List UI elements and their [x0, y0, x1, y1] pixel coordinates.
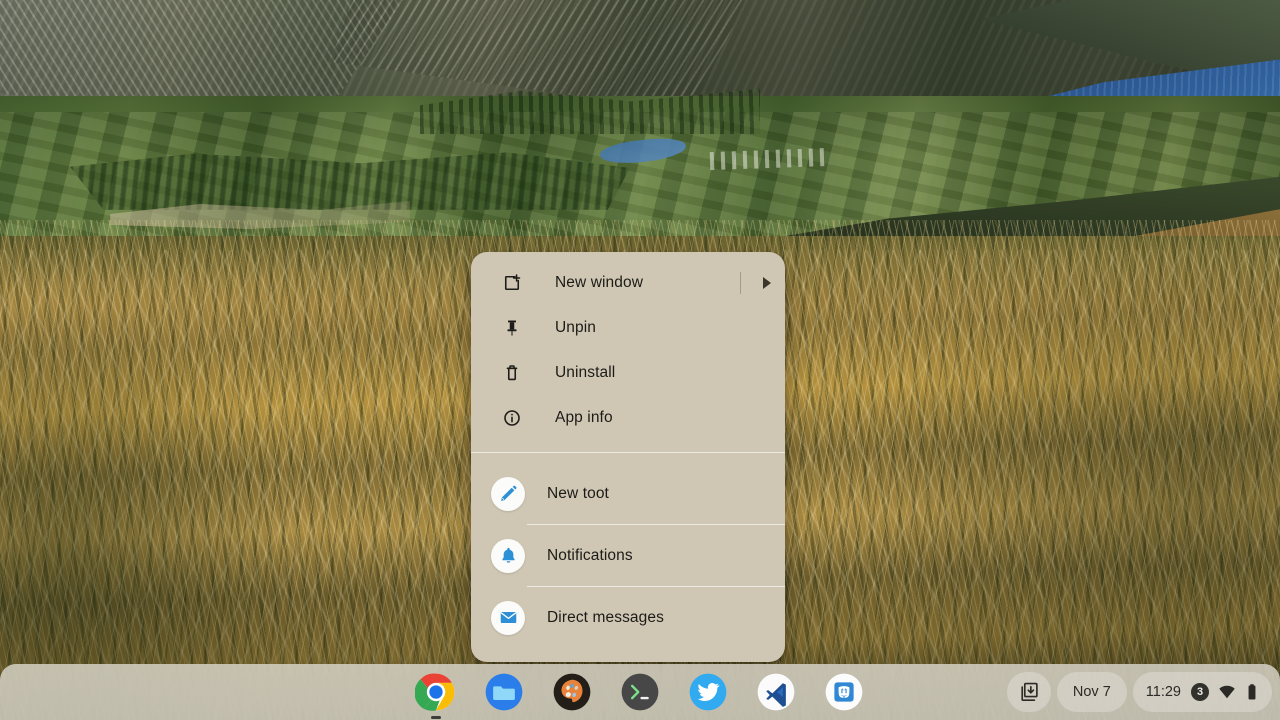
trash-icon — [501, 362, 523, 384]
mastodon-app-icon[interactable] — [822, 670, 866, 714]
files-app-icon[interactable] — [482, 670, 526, 714]
submenu-separator — [740, 271, 741, 294]
envelope-icon — [491, 600, 525, 635]
menu-item-app-info[interactable]: App info — [471, 395, 785, 440]
clock-label: 11:29 — [1145, 684, 1181, 700]
new-window-icon — [501, 272, 523, 294]
terminal-app-icon[interactable] — [618, 670, 662, 714]
chrome-app-icon[interactable] — [414, 670, 458, 719]
downloads-tote-button[interactable] — [1006, 672, 1051, 712]
app-active-indicator — [431, 716, 441, 719]
menu-item-label: Unpin — [555, 318, 596, 336]
chromeos-desktop: New window Unpin Uninstall App info New … — [0, 0, 1280, 720]
submenu-indicator-group — [740, 271, 771, 294]
menu-item-unpin[interactable]: Unpin — [471, 305, 785, 350]
shelf-status-area: Nov 7 11:29 3 — [1006, 664, 1272, 720]
menu-item-label: New window — [555, 273, 644, 291]
art-app-icon[interactable] — [550, 670, 594, 714]
pencil-icon — [491, 476, 525, 511]
info-icon — [501, 407, 523, 429]
menu-item-uninstall[interactable]: Uninstall — [471, 350, 785, 395]
shortcut-item-direct-messages[interactable]: Direct messages — [471, 587, 785, 648]
date-button[interactable]: Nov 7 — [1056, 672, 1127, 712]
shortcut-item-label: Notifications — [547, 546, 633, 564]
shortcut-item-notifications[interactable]: Notifications — [471, 525, 785, 586]
shortcut-item-new-toot[interactable]: New toot — [471, 463, 785, 524]
pin-icon — [501, 317, 523, 339]
bell-icon — [491, 538, 525, 573]
menu-item-new-window[interactable]: New window — [471, 260, 785, 305]
system-tray-button[interactable]: 11:29 3 — [1132, 672, 1272, 712]
battery-icon — [1245, 683, 1259, 701]
app-shelf-context-menu[interactable]: New window Unpin Uninstall App info New … — [471, 252, 785, 662]
menu-item-label: App info — [555, 408, 613, 426]
context-menu-shortcuts-section: New toot Notifications Direct messages — [471, 453, 785, 662]
shortcut-item-label: Direct messages — [547, 608, 664, 626]
notification-count-badge: 3 — [1191, 683, 1209, 701]
date-label: Nov 7 — [1072, 684, 1111, 700]
wifi-icon — [1218, 683, 1236, 701]
menu-item-label: Uninstall — [555, 363, 616, 381]
downloads-tote-icon — [1018, 681, 1040, 703]
twitter-app-icon[interactable] — [686, 670, 730, 714]
chevron-right-icon[interactable] — [763, 276, 771, 289]
vscode-app-icon[interactable] — [754, 670, 798, 714]
shelf: Nov 7 11:29 3 — [0, 664, 1280, 720]
shortcut-item-label: New toot — [547, 484, 609, 502]
context-menu-actions-section: New window Unpin Uninstall App info — [471, 252, 785, 448]
